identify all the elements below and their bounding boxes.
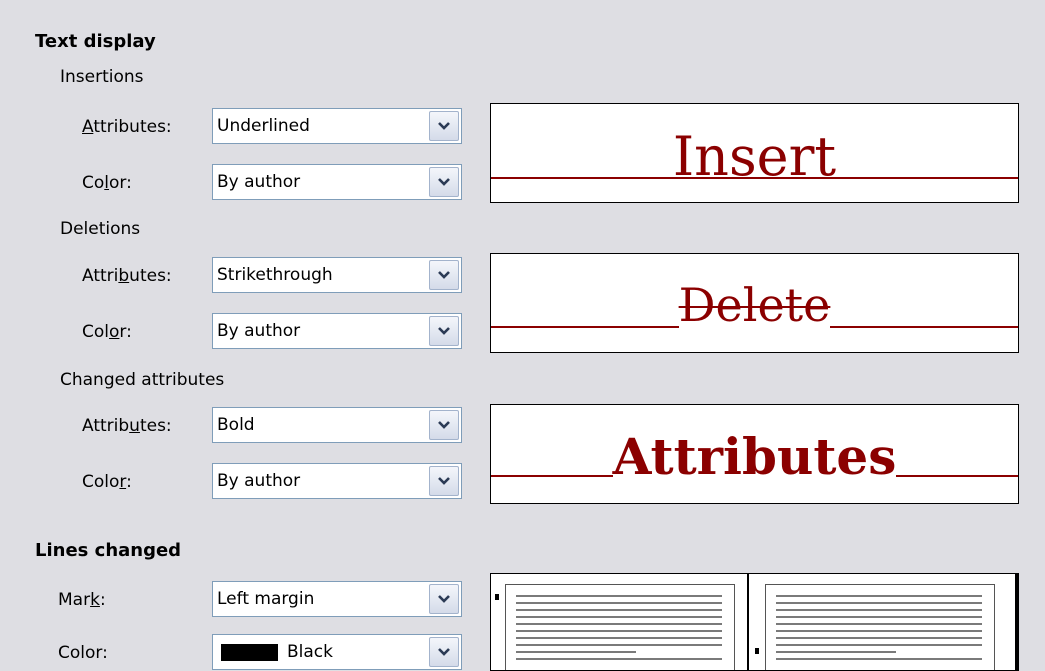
color-swatch (221, 644, 278, 661)
lines-changed-mark-dropdown[interactable]: Left margin (212, 581, 462, 617)
text-display-heading: Text display (35, 31, 156, 52)
insertions-preview-text: Insert (672, 125, 837, 188)
chevron-down-icon[interactable] (429, 111, 459, 141)
text-line (776, 595, 982, 597)
chevron-down-icon[interactable] (429, 316, 459, 346)
deletions-attributes-value: Strikethrough (217, 265, 333, 285)
preview-divider (747, 574, 749, 670)
lines-changed-mark-label: Mark: (58, 590, 106, 610)
insertions-heading: Insertions (60, 67, 144, 87)
text-line (516, 602, 722, 604)
insertions-attributes-value: Underlined (217, 116, 310, 136)
changed-attributes-preview: Attributes (490, 404, 1019, 504)
lines-changed-preview (490, 573, 1019, 671)
page-left (505, 584, 735, 670)
insertions-attributes-label: Attributes: (82, 117, 172, 137)
insertions-color-label: Color: (82, 173, 132, 193)
chevron-down-icon[interactable] (429, 584, 459, 614)
changed-attributes-attributes-dropdown[interactable]: Bold (212, 407, 462, 443)
text-line (776, 644, 982, 646)
text-line (776, 623, 982, 625)
deletions-heading: Deletions (60, 219, 141, 239)
chevron-down-icon[interactable] (429, 637, 459, 667)
changed-attributes-preview-text: Attributes (612, 427, 897, 486)
text-line (776, 616, 982, 618)
lines-changed-mark-value: Left margin (217, 589, 315, 609)
changed-attributes-color-dropdown[interactable]: By author (212, 463, 462, 499)
lines-changed-color-value: Black (287, 642, 333, 662)
deletions-preview: Delete (490, 253, 1019, 353)
changed-attributes-color-value: By author (217, 471, 301, 491)
deletions-color-dropdown[interactable]: By author (212, 313, 462, 349)
text-line (776, 630, 982, 632)
chevron-down-icon[interactable] (429, 167, 459, 197)
chevron-down-icon[interactable] (429, 260, 459, 290)
deletions-attributes-dropdown[interactable]: Strikethrough (212, 257, 462, 293)
deletions-attributes-label: Attributes: (82, 266, 172, 286)
text-line (516, 644, 722, 646)
page-right (765, 584, 995, 670)
text-line (776, 651, 896, 653)
insertions-attributes-dropdown[interactable]: Underlined (212, 108, 462, 144)
changed-attributes-color-label: Color: (82, 472, 132, 492)
insertions-color-dropdown[interactable]: By author (212, 164, 462, 200)
chevron-down-icon[interactable] (429, 466, 459, 496)
change-mark (755, 648, 759, 654)
text-line (776, 658, 982, 660)
changed-attributes-heading: Changed attributes (60, 370, 225, 390)
text-line (516, 595, 722, 597)
text-line (516, 630, 722, 632)
insertions-preview: Insert (490, 103, 1019, 203)
deletions-color-label: Color: (82, 322, 132, 342)
text-line (776, 637, 982, 639)
text-line (516, 651, 636, 653)
lines-changed-color-label: Color: (58, 643, 108, 663)
deletions-preview-text: Delete (678, 278, 831, 332)
text-line (516, 623, 722, 625)
lines-changed-color-dropdown[interactable]: Black (212, 634, 462, 670)
insertions-color-value: By author (217, 172, 301, 192)
text-line (776, 609, 982, 611)
text-line (516, 616, 722, 618)
change-mark (495, 594, 499, 600)
chevron-down-icon[interactable] (429, 410, 459, 440)
text-line (776, 602, 982, 604)
changed-attributes-attributes-value: Bold (217, 415, 255, 435)
changed-attributes-attributes-label: Attributes: (82, 416, 172, 436)
text-line (516, 658, 722, 660)
lines-changed-heading: Lines changed (35, 540, 182, 561)
text-line (516, 637, 722, 639)
text-line (516, 609, 722, 611)
deletions-color-value: By author (217, 321, 301, 341)
